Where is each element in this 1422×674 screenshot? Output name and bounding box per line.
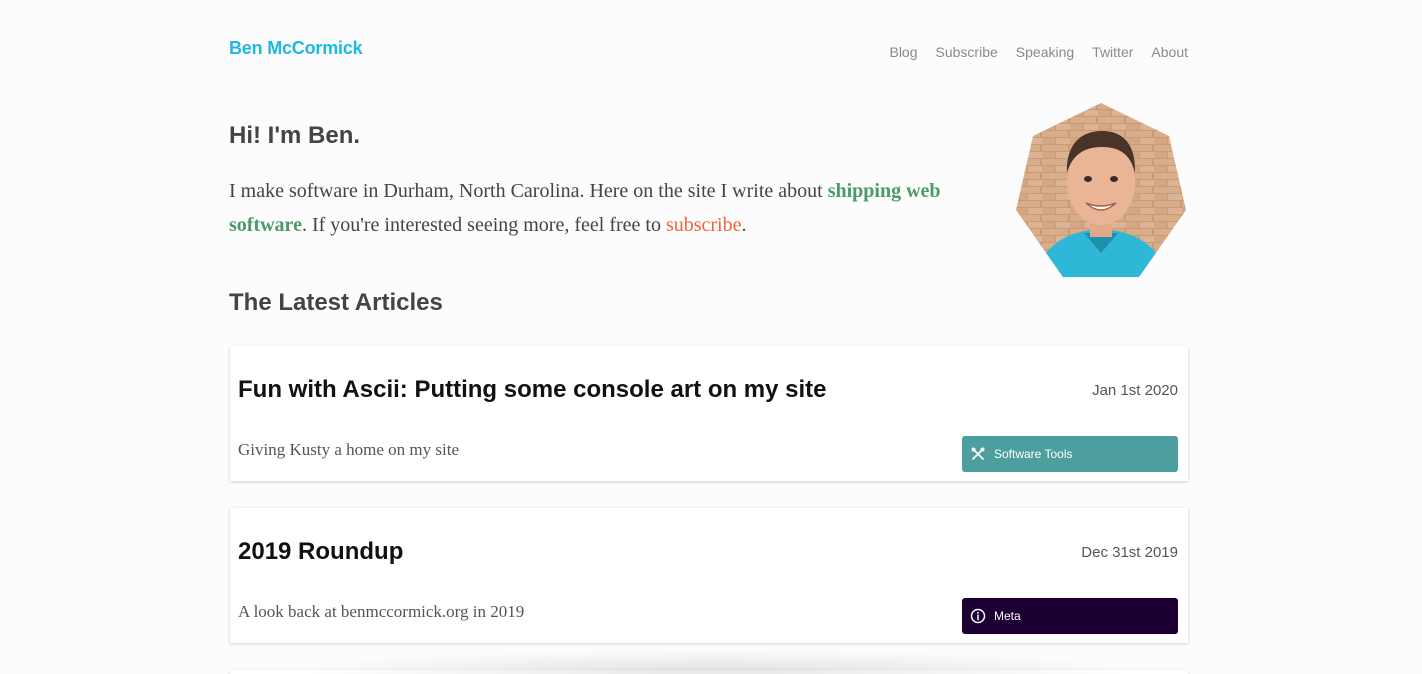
article-card: 2019 Roundup Dec 31st 2019 A look back a… xyxy=(230,508,1188,643)
nav-item-about[interactable]: About xyxy=(1151,44,1188,60)
subscribe-link[interactable]: subscribe xyxy=(666,214,742,236)
intro-section: Hi! I'm Ben. I make software in Durham, … xyxy=(229,90,1188,280)
avatar xyxy=(1016,103,1186,277)
article-title-link[interactable]: Fun with Ascii: Putting some console art… xyxy=(238,376,827,404)
nav-item-blog[interactable]: Blog xyxy=(889,44,917,60)
nav-item-speaking[interactable]: Speaking xyxy=(1016,44,1074,60)
intro-heading: Hi! I'm Ben. xyxy=(229,122,361,149)
site-header: Ben McCormick Blog Subscribe Speaking Tw… xyxy=(229,0,1188,90)
article-description: A look back at benmccormick.org in 2019 xyxy=(238,602,525,621)
article-description: Giving Kusty a home on my site xyxy=(238,440,459,459)
intro-paragraph: I make software in Durham, North Carolin… xyxy=(229,174,969,242)
intro-text-1: I make software in Durham, North Carolin… xyxy=(229,180,828,202)
nav-item-twitter[interactable]: Twitter xyxy=(1092,44,1133,60)
article-card: Fun with Ascii: Putting some console art… xyxy=(230,346,1188,481)
article-date: Dec 31st 2019 xyxy=(1081,544,1178,561)
article-date: Jan 1st 2020 xyxy=(1092,382,1178,399)
intro-text-2: . If you're interested seeing more, feel… xyxy=(301,214,666,236)
tag-meta[interactable]: Meta xyxy=(962,598,1178,634)
article-card xyxy=(230,670,1188,674)
tools-icon xyxy=(970,446,986,462)
nav-item-subscribe[interactable]: Subscribe xyxy=(936,44,998,60)
info-icon xyxy=(970,608,986,624)
main-nav: Blog Subscribe Speaking Twitter About xyxy=(889,44,1188,60)
tag-label: Software Tools xyxy=(994,447,1073,461)
site-title-link[interactable]: Ben McCormick xyxy=(229,38,363,59)
intro-text-3: . xyxy=(741,214,747,236)
page-container: Ben McCormick Blog Subscribe Speaking Tw… xyxy=(229,0,1188,674)
latest-articles-title: The Latest Articles xyxy=(229,289,443,316)
article-title-link[interactable]: 2019 Roundup xyxy=(238,538,403,566)
tag-software-tools[interactable]: Software Tools xyxy=(962,436,1178,472)
tag-label: Meta xyxy=(994,609,1021,623)
